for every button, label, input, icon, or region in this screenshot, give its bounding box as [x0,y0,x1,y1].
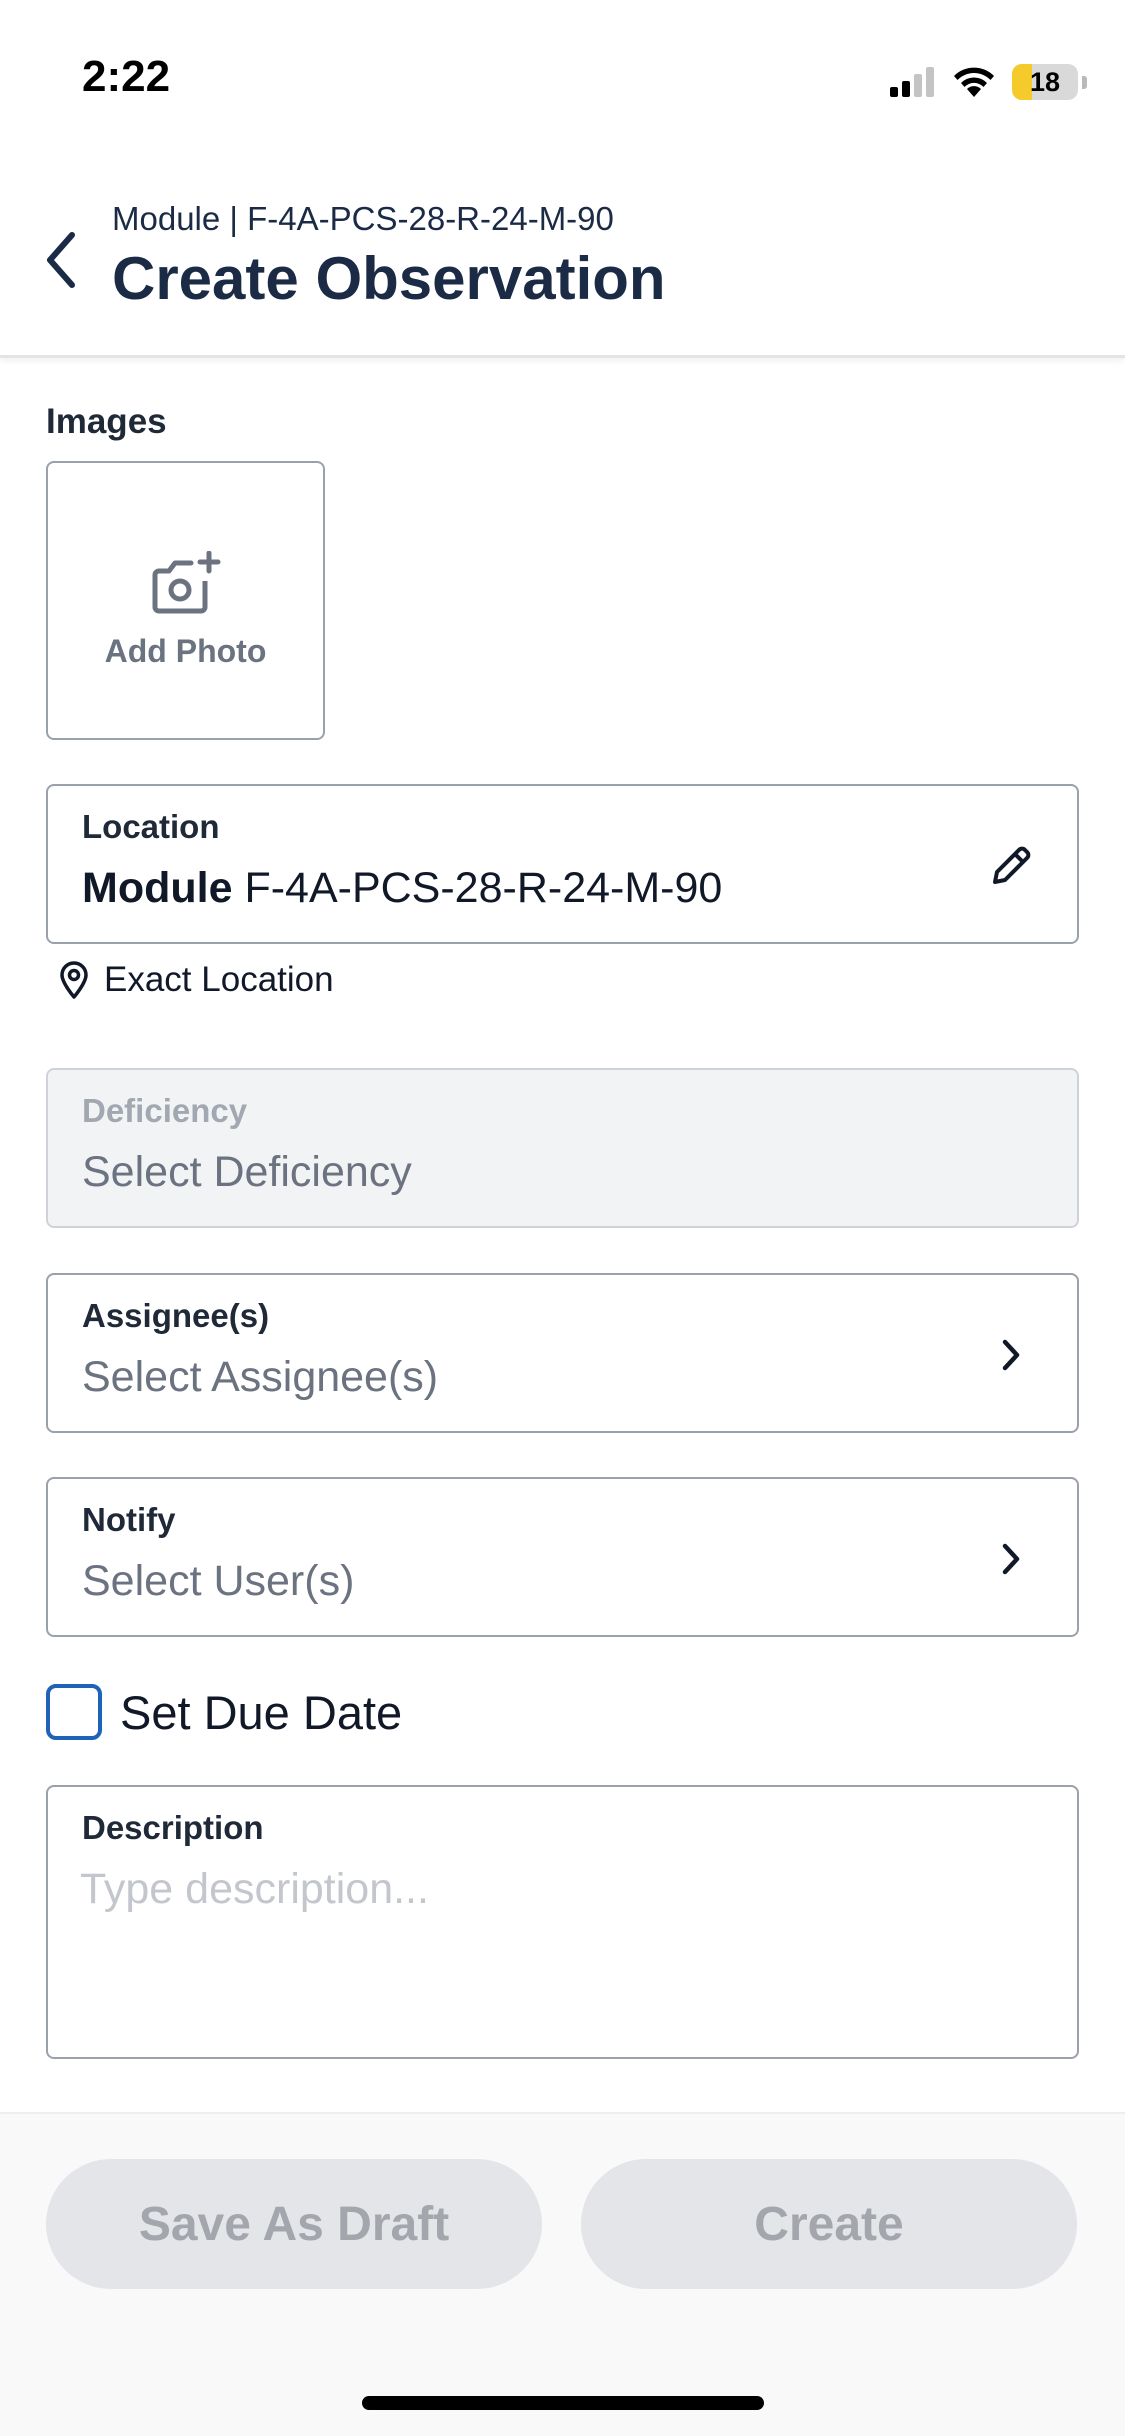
assignees-chevron [981,1325,1041,1385]
description-input[interactable] [80,1865,1040,2035]
deficiency-label: Deficiency [82,1092,248,1129]
exact-location-label: Exact Location [104,960,334,999]
status-bar: 2:22 18 [0,0,1125,150]
description-field: Description [46,1785,1079,2059]
page-title: Create Observation [112,245,666,312]
header-subtitle: Module | F-4A-PCS-28-R-24-M-90 [112,200,614,237]
exact-location-link[interactable]: Exact Location [58,960,334,1000]
deficiency-field[interactable]: Deficiency Select Deficiency [46,1068,1079,1228]
cellular-signal-icon [890,67,934,97]
notify-label: Notify [82,1501,176,1538]
create-observation-screen: 2:22 18 Module | F-4A-PCS-28-R-24-M-90 C… [0,0,1125,2436]
due-date-checkbox[interactable] [46,1684,102,1740]
deficiency-placeholder: Select Deficiency [82,1148,412,1196]
home-indicator[interactable] [362,2396,764,2410]
images-label: Images [46,402,167,441]
chevron-right-icon [1002,1543,1020,1575]
wifi-icon [954,67,994,97]
location-value: Module F-4A-PCS-28-R-24-M-90 [82,864,722,913]
chevron-right-icon [1002,1339,1020,1371]
create-button[interactable]: Create [581,2159,1077,2289]
footer-actions: Save As Draft Create [0,2112,1125,2436]
map-pin-icon [60,961,88,999]
due-date-label: Set Due Date [120,1685,403,1739]
camera-plus-icon [152,551,220,614]
battery-icon: 18 [1012,64,1078,100]
battery-level: 18 [1029,66,1061,97]
location-type: Module [82,864,233,912]
add-photo-button[interactable]: Add Photo [46,461,325,740]
battery-fill [1012,64,1032,100]
assignees-label: Assignee(s) [82,1297,270,1334]
assignees-placeholder: Select Assignee(s) [82,1353,439,1401]
back-button[interactable] [30,220,90,300]
header: Module | F-4A-PCS-28-R-24-M-90 Create Ob… [0,150,1125,358]
assignees-field[interactable]: Assignee(s) Select Assignee(s) [46,1273,1079,1433]
chevron-left-icon [47,232,75,288]
status-time: 2:22 [82,52,171,101]
save-as-draft-button[interactable]: Save As Draft [46,2159,542,2289]
pencil-icon [993,846,1031,884]
location-label: Location [82,808,220,845]
location-field[interactable]: Location Module F-4A-PCS-28-R-24-M-90 [46,784,1079,944]
description-label: Description [82,1809,264,1846]
edit-location-button[interactable] [981,836,1041,896]
location-id: F-4A-PCS-28-R-24-M-90 [244,864,723,912]
status-icons: 18 [890,62,1087,102]
add-photo-label: Add Photo [104,633,267,669]
notify-placeholder: Select User(s) [82,1557,355,1605]
notify-chevron [981,1529,1041,1589]
set-due-date-option[interactable]: Set Due Date [46,1684,402,1740]
notify-field[interactable]: Notify Select User(s) [46,1477,1079,1637]
battery-cap [1082,75,1087,89]
